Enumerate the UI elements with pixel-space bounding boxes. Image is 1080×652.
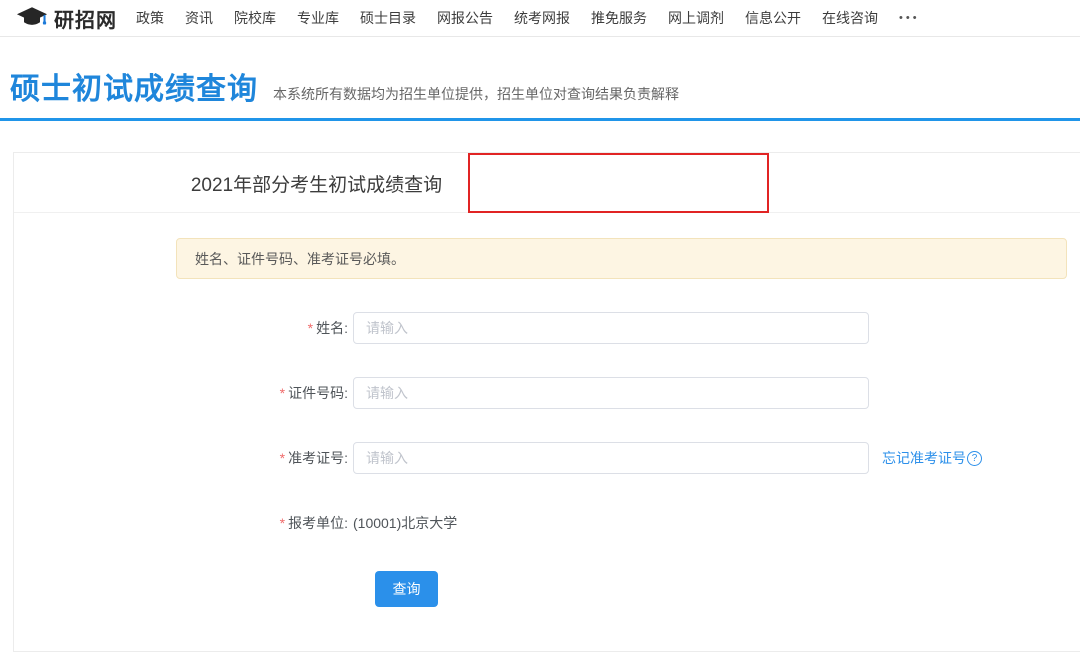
nav-menu: 政策 资讯 院校库 专业库 硕士目录 网报公告 统考网报 推免服务 网上调剂 信息公开 在线咨询: [136, 8, 878, 28]
nav-item-8[interactable]: 网上调剂: [668, 8, 724, 28]
forgot-ticket-link[interactable]: 忘记准考证号 ?: [882, 448, 982, 468]
institution-value: (10001)北京大学: [353, 513, 457, 533]
required-asterisk: *: [280, 515, 285, 531]
nav-item-1[interactable]: 资讯: [185, 8, 213, 28]
form-row-ticket-number: *准考证号: 忘记准考证号 ?: [14, 442, 1080, 474]
nav-item-10[interactable]: 在线咨询: [822, 8, 878, 28]
panel-title: 2021年部分考生初试成绩查询: [14, 153, 619, 213]
page-header: 硕士初试成绩查询 本系统所有数据均为招生单位提供，招生单位对查询结果负责解释: [0, 37, 1080, 118]
form-row-id-number: *证件号码:: [14, 377, 1080, 409]
question-mark-icon: ?: [967, 451, 982, 466]
nav-item-9[interactable]: 信息公开: [745, 8, 801, 28]
nav-item-0[interactable]: 政策: [136, 8, 164, 28]
nav-more-button[interactable]: •••: [899, 12, 920, 24]
id-number-input[interactable]: [353, 377, 869, 409]
name-input[interactable]: [353, 312, 869, 344]
form-row-institution: *报考单位: (10001)北京大学: [14, 507, 1080, 539]
required-asterisk: *: [308, 320, 313, 336]
page-subtitle: 本系统所有数据均为招生单位提供，招生单位对查询结果负责解释: [273, 84, 679, 104]
required-asterisk: *: [280, 450, 285, 466]
required-asterisk: *: [280, 385, 285, 401]
nav-item-6[interactable]: 统考网报: [514, 8, 570, 28]
ticket-number-input[interactable]: [353, 442, 869, 474]
button-row: 查询: [375, 571, 1080, 607]
id-number-label: *证件号码:: [14, 383, 353, 403]
nav-item-5[interactable]: 网报公告: [437, 8, 493, 28]
logo-text: 研招网: [54, 4, 117, 33]
form-row-name: *姓名:: [14, 312, 1080, 344]
required-fields-notice: 姓名、证件号码、准考证号必填。: [176, 238, 1067, 279]
panel-body: 姓名、证件号码、准考证号必填。 *姓名: *证件号码: *准考证号: 忘记准考证…: [14, 213, 1080, 607]
nav-item-2[interactable]: 院校库: [234, 8, 276, 28]
header-divider: [0, 118, 1080, 121]
ticket-number-label: *准考证号:: [14, 448, 353, 468]
top-navigation: 研招网 政策 资讯 院校库 专业库 硕士目录 网报公告 统考网报 推免服务 网上调剂 信息公开 在线…: [0, 0, 1080, 37]
panel-header: 2021年部分考生初试成绩查询: [14, 153, 1080, 213]
query-button[interactable]: 查询: [375, 571, 438, 607]
nav-item-7[interactable]: 推免服务: [591, 8, 647, 28]
nav-item-3[interactable]: 专业库: [297, 8, 339, 28]
score-query-panel: 2021年部分考生初试成绩查询 姓名、证件号码、准考证号必填。 *姓名: *证件…: [13, 152, 1080, 652]
nav-item-4[interactable]: 硕士目录: [360, 8, 416, 28]
site-logo[interactable]: 研招网: [16, 4, 117, 33]
institution-label: *报考单位:: [14, 513, 353, 533]
graduation-cap-icon: [16, 6, 48, 31]
name-label: *姓名:: [14, 318, 353, 338]
page-title: 硕士初试成绩查询: [10, 64, 258, 108]
